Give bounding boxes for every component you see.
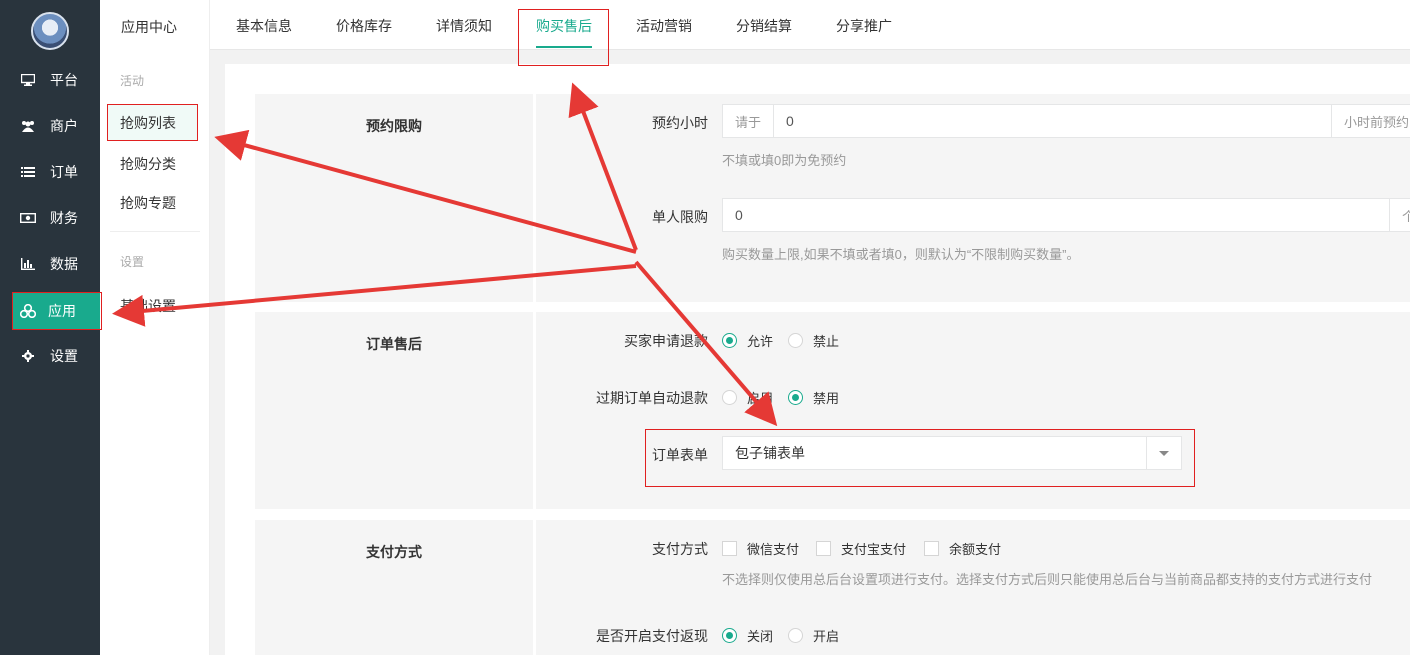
radio-label: 允许 — [747, 334, 774, 349]
bar-chart-icon — [20, 257, 36, 271]
per-person-limit-input-group: 0 个 — [722, 198, 1410, 232]
per-person-limit-help: 购买数量上限,如果不填或者填0，则默认为“不限制购买数量”。 — [722, 247, 1080, 262]
radio-dot — [722, 628, 737, 643]
refund-allow-radio[interactable]: 允许 — [722, 331, 773, 350]
booking-hours-prefix: 请于 — [723, 105, 775, 137]
users-icon — [20, 119, 36, 133]
nav-item-label: 设置 — [50, 348, 78, 364]
tab-purchase-aftersale[interactable]: 购买售后 — [536, 16, 592, 36]
section-label: 订单售后 — [366, 336, 422, 352]
cashback-label: 是否开启支付返现 — [596, 628, 708, 644]
checkbox-box — [722, 541, 737, 556]
monitor-icon — [20, 73, 36, 87]
auto-refund-disable-radio[interactable]: 禁用 — [788, 388, 839, 407]
tab-details[interactable]: 详情须知 — [436, 16, 492, 36]
money-icon — [20, 211, 36, 225]
submenu-item-flash-category[interactable]: 抢购分类 — [120, 154, 176, 174]
booking-hours-input[interactable]: 0 — [774, 105, 1331, 137]
tab-price-stock[interactable]: 价格库存 — [336, 16, 392, 36]
section-separator — [533, 312, 536, 509]
secondary-menu: 应用中心 活动 抢购列表 抢购分类 抢购专题 设置 基础设置 — [100, 0, 210, 655]
balance-pay-checkbox[interactable]: 余额支付 — [924, 539, 1001, 558]
checkbox-label: 支付宝支付 — [841, 542, 907, 557]
tab-distribution[interactable]: 分销结算 — [736, 16, 792, 36]
booking-hours-suffix: 小时前预约 — [1331, 105, 1410, 137]
checkbox-label: 余额支付 — [949, 542, 1002, 557]
gear-icon — [20, 349, 36, 363]
radio-label: 开启 — [813, 629, 840, 644]
payment-methods-label: 支付方式 — [652, 541, 708, 557]
submenu-item-flash-list[interactable]: 抢购列表 — [108, 105, 198, 141]
nav-item-merchant[interactable]: 商户 — [0, 107, 100, 145]
radio-dot — [722, 333, 737, 348]
submenu-item-basic-settings[interactable]: 基础设置 — [120, 296, 176, 316]
submenu-title[interactable]: 应用中心 — [121, 17, 177, 37]
radio-label: 禁止 — [813, 334, 840, 349]
payment-methods-help: 不选择则仅使用总后台设置项进行支付。选择支付方式后则只能使用总后台与当前商品都支… — [722, 572, 1373, 587]
radio-dot — [788, 390, 803, 405]
section-label: 预约限购 — [366, 118, 422, 134]
booking-hours-input-group: 请于 0 小时前预约 — [722, 104, 1410, 138]
tab-marketing[interactable]: 活动营销 — [636, 16, 692, 36]
checkbox-label: 微信支付 — [747, 542, 800, 557]
tab-share[interactable]: 分享推广 — [836, 16, 892, 36]
nav-item-data[interactable]: 数据 — [0, 245, 100, 283]
main-sidebar: 平台 商户 订单 财务 数据 应用 设置 — [0, 0, 102, 655]
submenu-item-flash-topic[interactable]: 抢购专题 — [120, 193, 176, 213]
nav-item-label: 平台 — [50, 72, 78, 88]
radio-dot — [788, 628, 803, 643]
nav-item-settings[interactable]: 设置 — [0, 337, 100, 375]
cashback-on-radio[interactable]: 开启 — [788, 626, 839, 645]
radio-label: 禁用 — [813, 391, 840, 406]
radio-label: 启用 — [747, 391, 774, 406]
per-person-limit-label: 单人限购 — [652, 209, 708, 225]
cubes-icon — [20, 304, 36, 318]
submenu-group-activity: 活动 — [120, 74, 145, 88]
nav-item-label: 数据 — [50, 256, 78, 272]
nav-item-label: 订单 — [50, 164, 78, 180]
nav-item-orders[interactable]: 订单 — [0, 153, 100, 191]
per-person-limit-suffix: 个 — [1389, 199, 1410, 231]
alipay-checkbox[interactable]: 支付宝支付 — [816, 539, 906, 558]
booking-hours-label: 预约小时 — [652, 115, 708, 131]
active-tab-underline — [536, 46, 592, 48]
chevron-down-icon[interactable] — [1146, 437, 1181, 469]
booking-hours-help: 不填或填0即为免预约 — [722, 153, 847, 168]
submenu-group-settings: 设置 — [120, 255, 145, 269]
nav-item-label: 应用 — [48, 303, 76, 319]
section-separator — [533, 94, 536, 302]
wechat-pay-checkbox[interactable]: 微信支付 — [722, 539, 799, 558]
auto-refund-label: 过期订单自动退款 — [596, 390, 708, 406]
nav-item-platform[interactable]: 平台 — [0, 61, 100, 99]
app-logo[interactable] — [31, 12, 69, 50]
order-form-value: 包子铺表单 — [735, 445, 805, 461]
nav-item-finance[interactable]: 财务 — [0, 199, 100, 237]
nav-item-apps[interactable]: 应用 — [12, 292, 102, 330]
auto-refund-enable-radio[interactable]: 启用 — [722, 388, 773, 407]
nav-item-label: 商户 — [50, 118, 78, 134]
refund-deny-radio[interactable]: 禁止 — [788, 331, 839, 350]
radio-label: 关闭 — [747, 629, 774, 644]
tab-bar: 基本信息 价格库存 详情须知 购买售后 活动营销 分销结算 分享推广 — [210, 0, 1410, 50]
section-separator — [533, 520, 536, 655]
cashback-off-radio[interactable]: 关闭 — [722, 626, 773, 645]
order-form-label: 订单表单 — [652, 447, 708, 463]
refund-label: 买家申请退款 — [624, 333, 708, 349]
order-form-select[interactable]: 包子铺表单 — [722, 436, 1182, 470]
radio-dot — [788, 333, 803, 348]
list-icon — [20, 165, 36, 179]
checkbox-box — [924, 541, 939, 556]
per-person-limit-input[interactable]: 0 — [723, 199, 1389, 231]
radio-dot — [722, 390, 737, 405]
submenu-divider — [110, 231, 200, 232]
nav-item-label: 财务 — [50, 210, 78, 226]
tab-basic-info[interactable]: 基本信息 — [236, 16, 292, 36]
section-label: 支付方式 — [366, 544, 422, 560]
checkbox-box — [816, 541, 831, 556]
